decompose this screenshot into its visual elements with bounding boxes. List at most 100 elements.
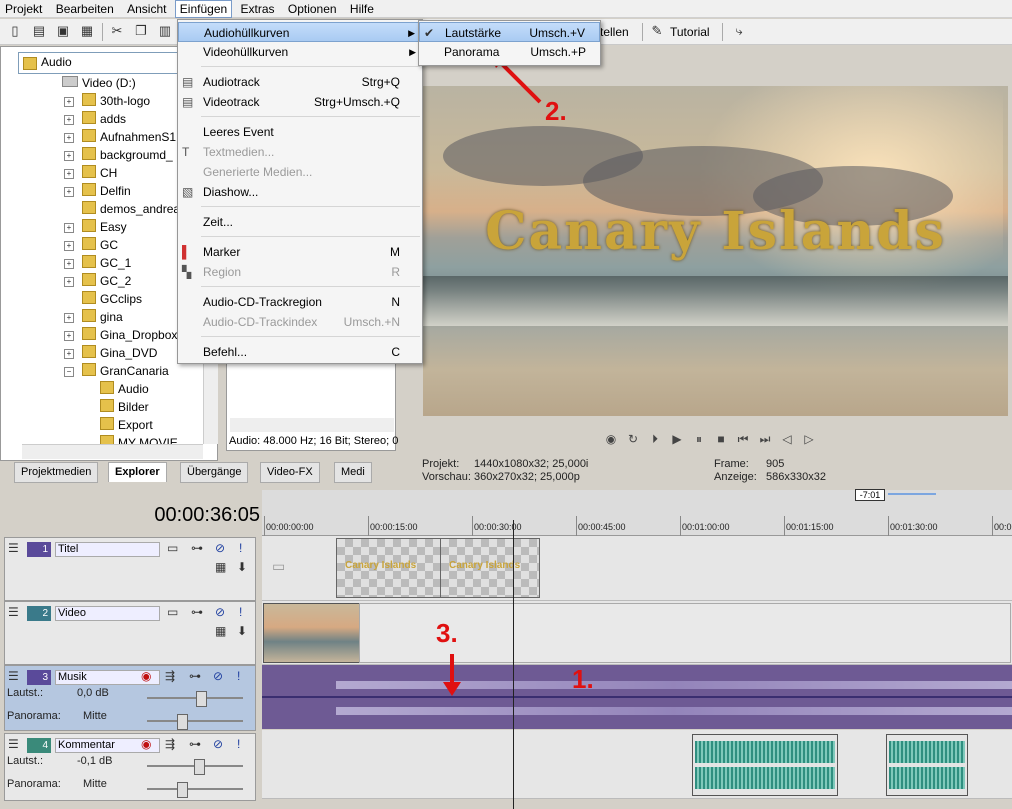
make-compositing-child-icon[interactable]: ⬇ [237, 560, 247, 575]
track-envelope-icon[interactable]: ⊶ [189, 669, 201, 684]
whats-this-icon[interactable]: ⤷ [730, 22, 748, 40]
expand-icon[interactable]: + [64, 277, 74, 287]
menu-item-zeit[interactable]: Zeit... [178, 212, 422, 232]
mute-icon[interactable]: ⊘ [215, 541, 225, 556]
track-header-musik[interactable]: ☰ 3 Musik ◉ ⇶ ⊶ ⊘! Lautst.: 0,0 dB Panorama: Mitte [4, 665, 256, 731]
render-button-label[interactable]: tellen [600, 23, 629, 41]
go-to-start-icon[interactable]: ⏮ [732, 432, 754, 447]
expand-icon[interactable]: + [64, 115, 74, 125]
title-clip[interactable]: Canary Islands [336, 538, 442, 598]
tab-video-fx[interactable]: Video-FX [260, 462, 320, 483]
save-icon[interactable]: ▣ [54, 22, 72, 40]
solo-icon[interactable]: ! [239, 541, 242, 556]
expand-icon[interactable]: + [64, 223, 74, 233]
track-header-kommentar[interactable]: ☰ 4 Kommentar ◉ ⇶ ⊶ ⊘! Lautst.: -0,1 dB Panorama:… [4, 733, 256, 801]
track-minimize-icon[interactable]: ☰ [8, 669, 19, 684]
track-minimize-icon[interactable]: ☰ [8, 737, 19, 752]
solo-icon[interactable]: ! [239, 605, 242, 620]
tree-item-folder[interactable]: Gina_Dropbox [82, 326, 177, 344]
tab-uebergaenge[interactable]: Übergänge [180, 462, 249, 483]
menu-extras[interactable]: Extras [236, 0, 280, 18]
tree-item-folder[interactable]: 30th-logo [82, 92, 150, 110]
track-name-field[interactable]: Video [55, 606, 160, 621]
track-envelope-icon[interactable]: ⊶ [191, 541, 203, 556]
tab-explorer[interactable]: Explorer [108, 462, 167, 482]
menu-item-audiotrack[interactable]: ▤ Audiotrack Strg+Q [178, 72, 422, 92]
menu-item-leeres-event[interactable]: Leeres Event [178, 122, 422, 142]
menu-optionen[interactable]: Optionen [283, 0, 342, 18]
tree-item-folder[interactable]: backgroumd_ [82, 146, 173, 164]
track-fx-icon[interactable]: ▭ [167, 605, 178, 620]
explorer-location-combo[interactable]: Audio ▼ [18, 52, 190, 74]
copy-icon[interactable]: ❐ [132, 22, 150, 40]
tree-item-folder[interactable]: gina [82, 308, 123, 326]
menu-item-audio-cd-trackregion[interactable]: Audio-CD-Trackregion N [178, 292, 422, 312]
commentary-clip[interactable] [886, 734, 968, 796]
tree-item-folder[interactable]: adds [82, 110, 126, 128]
menu-item-marker[interactable]: ▌ Marker M [178, 242, 422, 262]
tree-item-drive[interactable]: Video (D:) [62, 74, 136, 92]
pan-slider-track[interactable] [147, 788, 243, 790]
tree-item-folder[interactable]: Delfin [82, 182, 131, 200]
tree-horizontal-scrollbar[interactable] [22, 444, 203, 459]
track-lane-musik[interactable] [262, 665, 1012, 729]
track-minimize-icon[interactable]: ☰ [8, 605, 19, 620]
tree-item-folder[interactable]: AufnahmenS1 [82, 128, 176, 146]
track-minimize-icon[interactable]: ☰ [8, 541, 19, 556]
menu-bearbeiten[interactable]: Bearbeiten [51, 0, 119, 18]
loop-region-bar[interactable] [888, 493, 936, 495]
pan-slider-thumb[interactable] [177, 714, 188, 730]
expand-icon[interactable]: + [64, 97, 74, 107]
commentary-clip[interactable] [692, 734, 838, 796]
pan-slider-track[interactable] [147, 720, 243, 722]
tree-item-folder[interactable]: demos_andrea [82, 200, 180, 218]
video-clip[interactable] [263, 603, 361, 663]
solo-icon[interactable]: ! [237, 737, 240, 752]
mute-icon[interactable]: ⊘ [213, 737, 223, 752]
title-clip[interactable]: Canary Islands [440, 538, 540, 598]
tab-projektmedien[interactable]: Projektmedien [14, 462, 99, 483]
tree-item-folder[interactable]: Easy [82, 218, 127, 236]
tree-item-folder[interactable]: GC [82, 236, 118, 254]
tree-item-folder[interactable]: GC_2 [82, 272, 131, 290]
track-name-field[interactable]: Titel [55, 542, 160, 557]
menu-item-befehl[interactable]: Befehl... C [178, 342, 422, 362]
tab-medien[interactable]: Medi [334, 462, 372, 483]
menu-item-videotrack[interactable]: ▤ Videotrack Strg+Umsch.+Q [178, 92, 422, 112]
track-envelope-icon[interactable]: ⊶ [189, 737, 201, 752]
menu-item-videohüllkurven[interactable]: Videohüllkurven ▶ [178, 42, 422, 62]
mute-icon[interactable]: ⊘ [213, 669, 223, 684]
pan-slider-thumb[interactable] [177, 782, 188, 798]
properties-icon[interactable]: ▦ [78, 22, 96, 40]
track-header-titel[interactable]: ☰ 1 Titel ▭ ⊶ ⊘! ▦ ⬇ [4, 537, 256, 601]
expand-icon[interactable]: + [64, 349, 74, 359]
menu-item-audiohüllkurven[interactable]: Audiohüllkurven ▶ [178, 22, 422, 42]
loop-icon[interactable]: ↻ [622, 432, 644, 446]
play-icon[interactable]: ▶ [666, 432, 688, 446]
track-fx-icon[interactable]: ▭ [167, 541, 178, 556]
solo-icon[interactable]: ! [237, 669, 240, 684]
collapse-icon[interactable]: − [64, 367, 74, 377]
track-header-video[interactable]: ☰ 2 Video ▭ ⊶ ⊘! ▦ ⬇ [4, 601, 256, 665]
tutorial-icon[interactable]: ✎ [648, 22, 666, 40]
mute-icon[interactable]: ⊘ [215, 605, 225, 620]
volume-slider-thumb[interactable] [196, 691, 207, 707]
tree-item-folder[interactable]: Bilder [100, 398, 149, 416]
volume-slider-track[interactable] [147, 697, 243, 699]
menu-projekt[interactable]: Projekt [0, 0, 47, 18]
expand-icon[interactable]: + [64, 259, 74, 269]
expand-icon[interactable]: + [64, 151, 74, 161]
track-fx-icon[interactable]: ⇶ [165, 737, 175, 752]
stop-icon[interactable]: ■ [710, 432, 732, 446]
media-horizontal-scrollbar[interactable] [230, 418, 394, 432]
paste-icon[interactable]: ▥ [156, 22, 174, 40]
arm-record-icon[interactable]: ◉ [141, 737, 151, 752]
record-icon[interactable]: ◉ [600, 432, 622, 446]
submenu-item-panorama[interactable]: Panorama Umsch.+P [419, 42, 600, 62]
expand-icon[interactable]: + [64, 313, 74, 323]
expand-icon[interactable]: + [64, 331, 74, 341]
volume-envelope-line[interactable] [262, 696, 1012, 698]
compositing-icon[interactable]: ▦ [215, 560, 226, 575]
go-to-end-icon[interactable]: ⏭ [754, 432, 776, 447]
next-frame-icon[interactable]: ▷ [798, 432, 820, 446]
